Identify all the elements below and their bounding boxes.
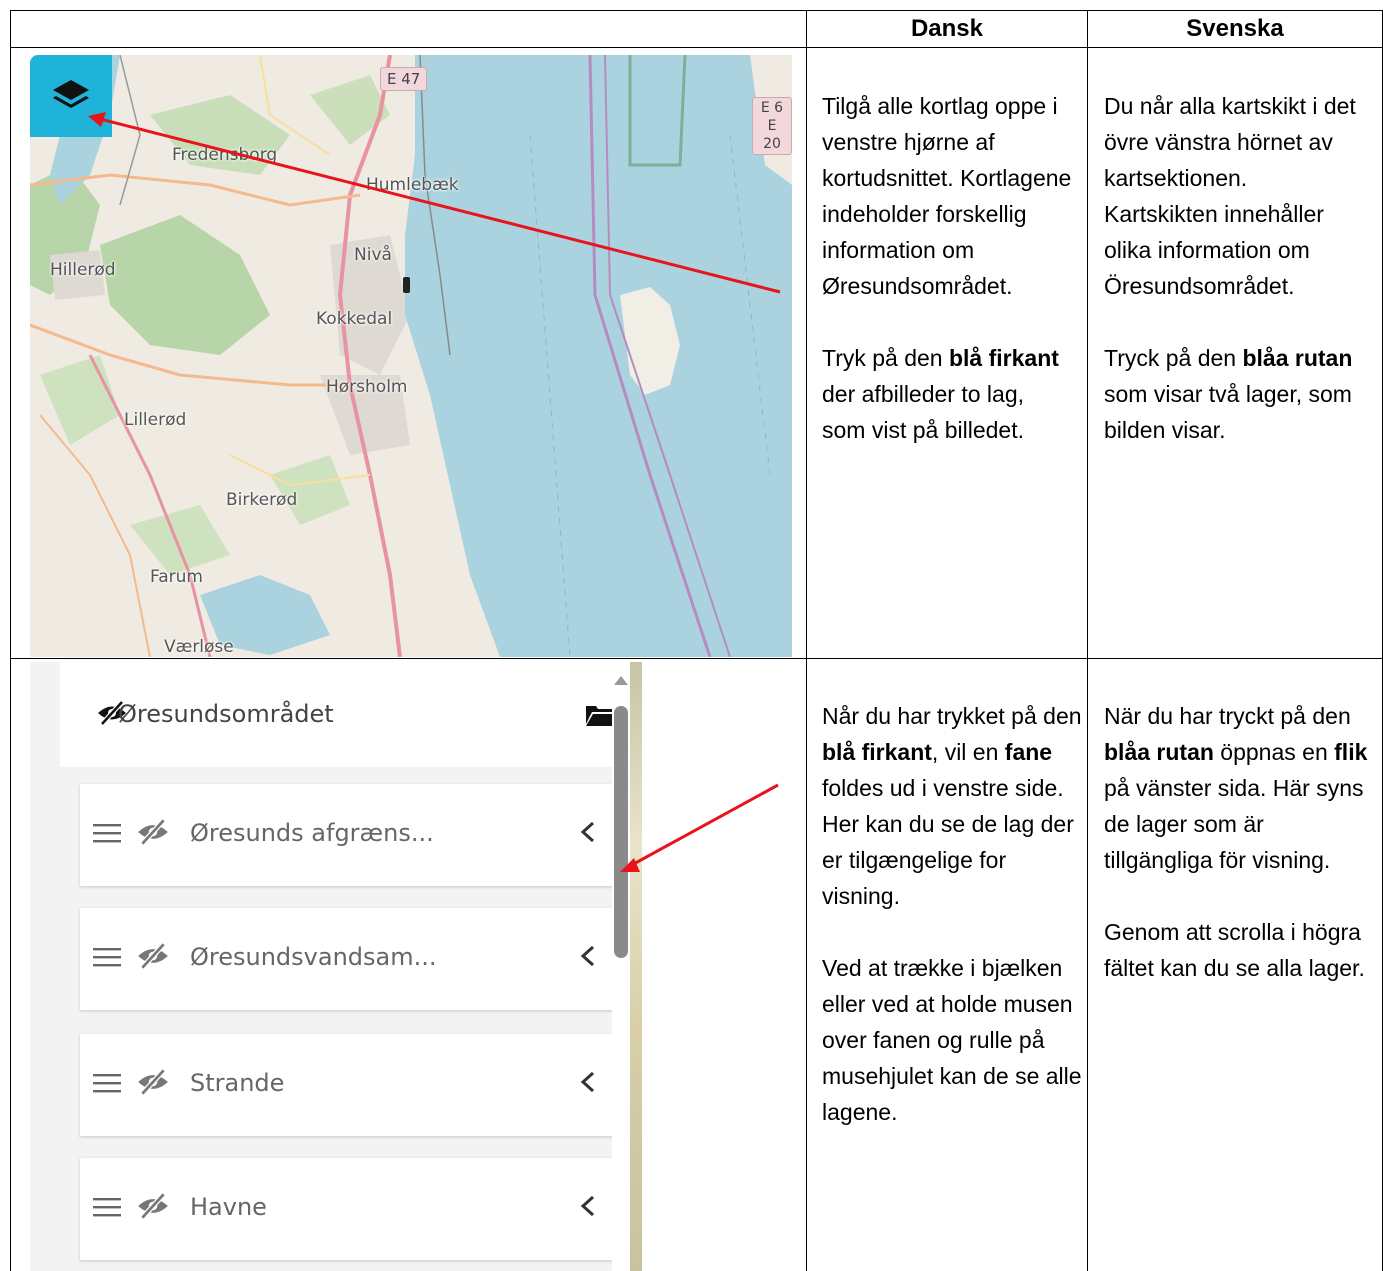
map-label-fredensborg: Fredensborg (172, 145, 278, 165)
column-header-svenska: Svenska (1186, 15, 1284, 42)
scroll-up-arrow-icon[interactable] (614, 676, 628, 685)
row1-dansk-paragraph-2: Tryk på den blå firkant der afbilleder t… (822, 340, 1072, 448)
row1-dansk-text: Tilgå alle kortlag oppe i venstre hjørne… (822, 88, 1072, 484)
layer-group-title: Øresundsområdet (118, 700, 334, 728)
row2-dansk-p1-a: Når du har trykket på den (822, 703, 1082, 729)
eye-slash-icon[interactable] (136, 942, 170, 970)
row2-svenska-p1-a: När du har tryckt på den (1104, 703, 1351, 729)
column-header-dansk: Dansk (910, 15, 984, 42)
row2-svenska-paragraph-2: Genom att scrolla i högra fältet kan du … (1104, 919, 1365, 981)
layer-item[interactable]: Havne (80, 1158, 620, 1260)
map-label-nivaa: Nivå (354, 245, 392, 265)
chevron-left-icon[interactable] (578, 820, 598, 844)
eye-slash-icon[interactable] (136, 1068, 170, 1096)
eye-slash-icon[interactable] (136, 1192, 170, 1220)
layer-item[interactable]: Øresunds afgræns... (80, 784, 620, 886)
row1-svenska-paragraph-1: Du når alla kartskikt i det övre vänstra… (1104, 93, 1356, 299)
drag-handle-icon[interactable] (93, 1196, 121, 1218)
map-label-birkeroed: Birkerød (226, 490, 298, 510)
map-label-hilleroed: Hillerød (50, 260, 116, 280)
map-label-vaerloese: Værløse (164, 637, 234, 657)
road-shield-e20-text: E 20 (763, 118, 781, 152)
row2-dansk-p1-bold-1: blå firkant (822, 739, 932, 765)
road-shield-e6-text: E 6 (760, 100, 784, 116)
row1-dansk-paragraph-1: Tilgå alle kortlag oppe i venstre hjørne… (822, 93, 1072, 299)
chevron-left-icon[interactable] (578, 1194, 598, 1218)
chevron-left-icon[interactable] (578, 944, 598, 968)
drag-handle-icon[interactable] (93, 822, 121, 844)
layer-item-label: Øresundsvandsam... (190, 943, 437, 971)
row2-svenska-paragraph-1: När du har tryckt på den blåa rutan öppn… (1104, 698, 1376, 878)
row1-svenska-paragraph-2: Tryck på den blåa rutan som visar två la… (1104, 340, 1366, 448)
map-label-humlebaek: Humlebæk (366, 175, 459, 195)
row2-dansk-text: Når du har trykket på den blå firkant, v… (822, 698, 1084, 1166)
drag-handle-icon[interactable] (93, 946, 121, 968)
row2-dansk-paragraph-1: Når du har trykket på den blå firkant, v… (822, 698, 1084, 914)
drag-handle-icon[interactable] (93, 1072, 121, 1094)
table-col-divider-1 (806, 10, 807, 1271)
row2-svenska-p1-bold-2: flik (1334, 739, 1368, 765)
row2-svenska-p1-e: på vänster sida. Här syns de lager som ä… (1104, 775, 1364, 873)
layer-item-label: Strande (190, 1069, 285, 1097)
table-row-divider (10, 658, 1383, 659)
chevron-left-icon[interactable] (578, 1070, 598, 1094)
layer-item-label: Havne (190, 1193, 267, 1221)
row2-dansk-p1-bold-2: fane (1004, 739, 1053, 765)
map-edge-strip (630, 662, 642, 1271)
panel-scrollbar-thumb[interactable] (614, 706, 628, 958)
layer-item-label: Øresunds afgræns... (190, 819, 434, 847)
layer-item[interactable]: Strande (80, 1034, 620, 1136)
layer-group-header[interactable]: Øresundsområdet (60, 662, 640, 767)
table-header-divider (10, 47, 1383, 48)
row2-svenska-p1-c: öppnas en (1213, 739, 1335, 765)
row2-dansk-paragraph-2: Ved at trække i bjælken eller ved at hol… (822, 955, 1082, 1125)
row1-dansk-p2-a: Tryk på den (822, 345, 949, 371)
row2-svenska-text: När du har tryckt på den blåa rutan öppn… (1104, 698, 1376, 1022)
layers-icon (53, 80, 89, 108)
map-label-farum: Farum (150, 567, 203, 587)
map-label-hoersholm: Hørsholm (326, 377, 408, 397)
row1-dansk-p2-c: der afbilleder to lag, som vist på bille… (822, 381, 1025, 443)
map-label-lilleroed: Lillerød (124, 410, 187, 430)
table-col-divider-2 (1087, 10, 1088, 1271)
row2-dansk-p1-e: foldes ud i venstre side. Her kan du se … (822, 775, 1074, 909)
layer-item[interactable]: Øresundsvandsam... (80, 908, 620, 1010)
road-shield-e6: E 6 E 20 (752, 97, 792, 155)
row1-svenska-p2-c: som visar två lager, som bilden visar. (1104, 381, 1352, 443)
row2-svenska-p1-bold-1: blåa rutan (1104, 739, 1214, 765)
row1-svenska-p2-a: Tryck på den (1104, 345, 1243, 371)
map-label-kokkedal: Kokkedal (316, 309, 393, 329)
row1-dansk-p2-bold: blå firkant (948, 345, 1059, 371)
layers-button[interactable] (30, 55, 112, 137)
table-border-left (10, 10, 11, 1271)
layer-panel: Øresundsområdet Øresunds afgræns... Øres… (30, 662, 642, 1271)
map-screenshot: E 47 E 6 E 20 Fredensborg Humlebæk Hiller… (30, 55, 792, 657)
road-shield-e47: E 47 (380, 67, 428, 91)
eye-slash-icon[interactable] (136, 818, 170, 846)
map-drawing (30, 55, 792, 657)
row2-dansk-p1-c: , vil en (931, 739, 1005, 765)
row1-svenska-p2-bold: blåa rutan (1242, 345, 1353, 371)
row1-svenska-text: Du når alla kartskikt i det övre vänstra… (1104, 88, 1366, 484)
